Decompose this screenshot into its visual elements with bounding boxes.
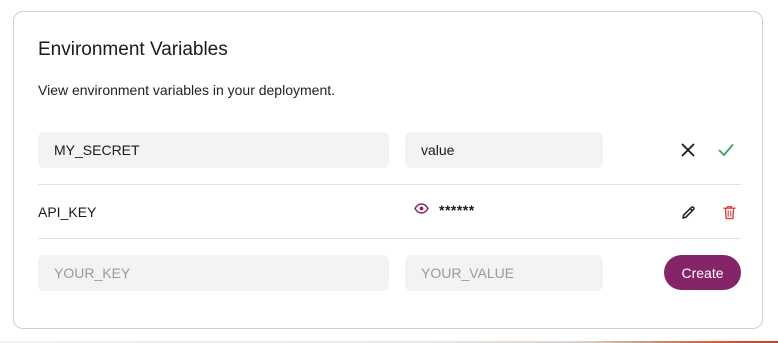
new-value-input[interactable] [405,255,603,291]
eye-icon [413,201,429,219]
new-key-input[interactable] [38,255,389,291]
check-icon [718,143,734,157]
edit-value-input[interactable] [405,132,603,168]
confirm-edit-button[interactable] [716,140,736,160]
pencil-icon [681,205,696,220]
create-button[interactable]: Create [664,255,741,290]
cancel-edit-button[interactable] [678,140,698,160]
row-divider [38,238,741,239]
edit-key-input[interactable] [38,132,389,168]
variable-key: API_KEY [38,204,97,220]
edit-variable-button[interactable] [678,202,698,222]
row-divider [38,184,741,185]
close-icon [681,143,695,157]
delete-variable-button[interactable] [719,202,739,222]
section-description: View environment variables in your deplo… [38,82,336,98]
reveal-value-button[interactable] [413,202,429,218]
masked-value: ****** [439,202,475,218]
trash-icon [722,205,736,220]
section-title: Environment Variables [38,39,228,60]
environment-variables-card: Environment Variables View environment v… [13,11,763,329]
